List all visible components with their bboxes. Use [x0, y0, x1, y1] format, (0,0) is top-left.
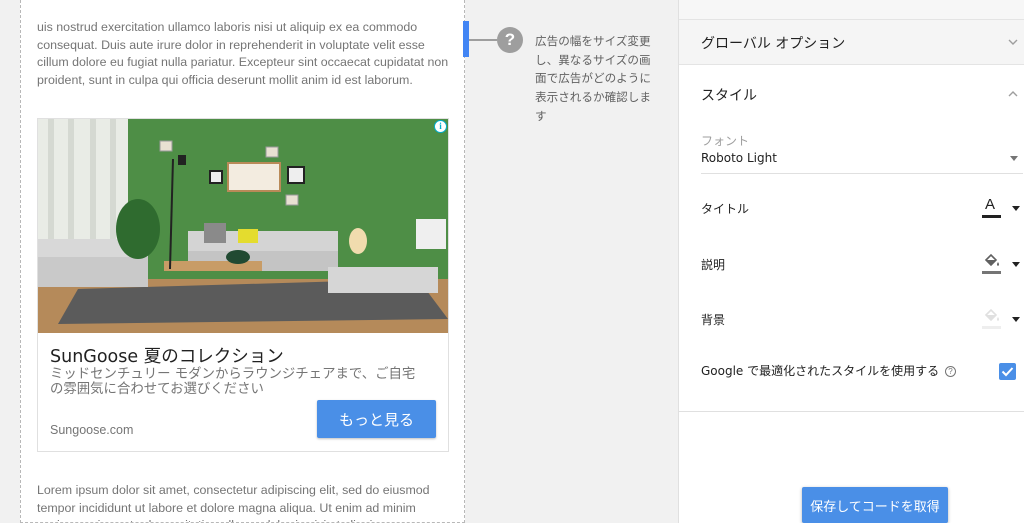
dropdown-arrow-icon[interactable] — [1010, 156, 1018, 161]
google-optimized-label: Google で最適化されたスタイルを使用する ? — [701, 362, 956, 379]
title-color-arrow-icon — [1012, 206, 1020, 211]
ad-description: ミッドセンチュリー モダンからラウンジチェアまで、ご自宅の雰囲気に合わせてお選び… — [50, 367, 416, 397]
resize-help-text: 広告の幅をサイズ変更し、異なるサイズの画面で広告がどのように表示されるか確認しま… — [535, 34, 651, 123]
checkmark-icon — [1001, 367, 1014, 377]
title-color-swatch — [982, 215, 1001, 218]
font-select[interactable]: Roboto Light — [701, 151, 777, 165]
title-color-label: タイトル — [701, 202, 750, 216]
background-color-arrow-icon — [1012, 317, 1020, 322]
ad-choices-info-icon[interactable]: i — [434, 120, 447, 133]
style-section-title[interactable]: スタイル — [701, 85, 757, 105]
global-options-section[interactable]: グローバル オプション — [679, 20, 1024, 65]
description-color-swatch — [982, 271, 1001, 274]
help-question-icon: ? — [497, 27, 523, 53]
text-color-icon: A — [985, 196, 996, 213]
panel-divider — [679, 411, 1024, 412]
chevron-up-icon[interactable] — [1008, 89, 1018, 99]
background-color-label: 背景 — [701, 313, 726, 327]
font-label: フォント — [701, 134, 750, 148]
global-options-title: グローバル オプション — [701, 36, 846, 52]
ad-cta-button[interactable]: もっと見る — [317, 400, 436, 438]
chevron-down-icon — [1008, 39, 1018, 45]
fill-bucket-icon — [984, 308, 999, 322]
title-color-picker[interactable]: A — [979, 196, 1024, 220]
ad-display-url[interactable]: Sungoose.com — [50, 423, 133, 437]
help-circle-icon[interactable]: ? — [944, 366, 956, 377]
sample-text-bottom: Lorem ipsum dolor sit amet, consectetur … — [37, 483, 430, 522]
native-ad[interactable]: i SunGoose 夏のコレクション ミッドセンチュリー モダンからラウンジチ… — [37, 118, 449, 452]
font-select-underline — [701, 173, 1023, 174]
help-connector-line — [469, 39, 497, 41]
fill-bucket-icon — [984, 253, 999, 267]
ad-headline[interactable]: SunGoose 夏のコレクション — [50, 343, 284, 368]
background-color-picker[interactable] — [979, 307, 1024, 331]
google-optimized-checkbox[interactable] — [999, 363, 1016, 380]
panel-top-bar — [679, 0, 1024, 20]
google-optimized-text: Google で最適化されたスタイルを使用する — [701, 364, 940, 378]
description-color-picker[interactable] — [979, 252, 1024, 276]
settings-panel: グローバル オプション スタイル フォント Roboto Light タイトル … — [678, 0, 1024, 523]
background-color-swatch — [982, 326, 1001, 329]
save-and-get-code-button[interactable]: 保存してコードを取得 — [802, 487, 948, 523]
description-color-label: 説明 — [701, 258, 726, 272]
ad-image[interactable] — [38, 119, 448, 333]
sample-text-top: uis nostrud exercitation ullamco laboris… — [37, 20, 449, 87]
ad-preview-container: uis nostrud exercitation ullamco laboris… — [20, 0, 465, 523]
description-color-arrow-icon — [1012, 262, 1020, 267]
